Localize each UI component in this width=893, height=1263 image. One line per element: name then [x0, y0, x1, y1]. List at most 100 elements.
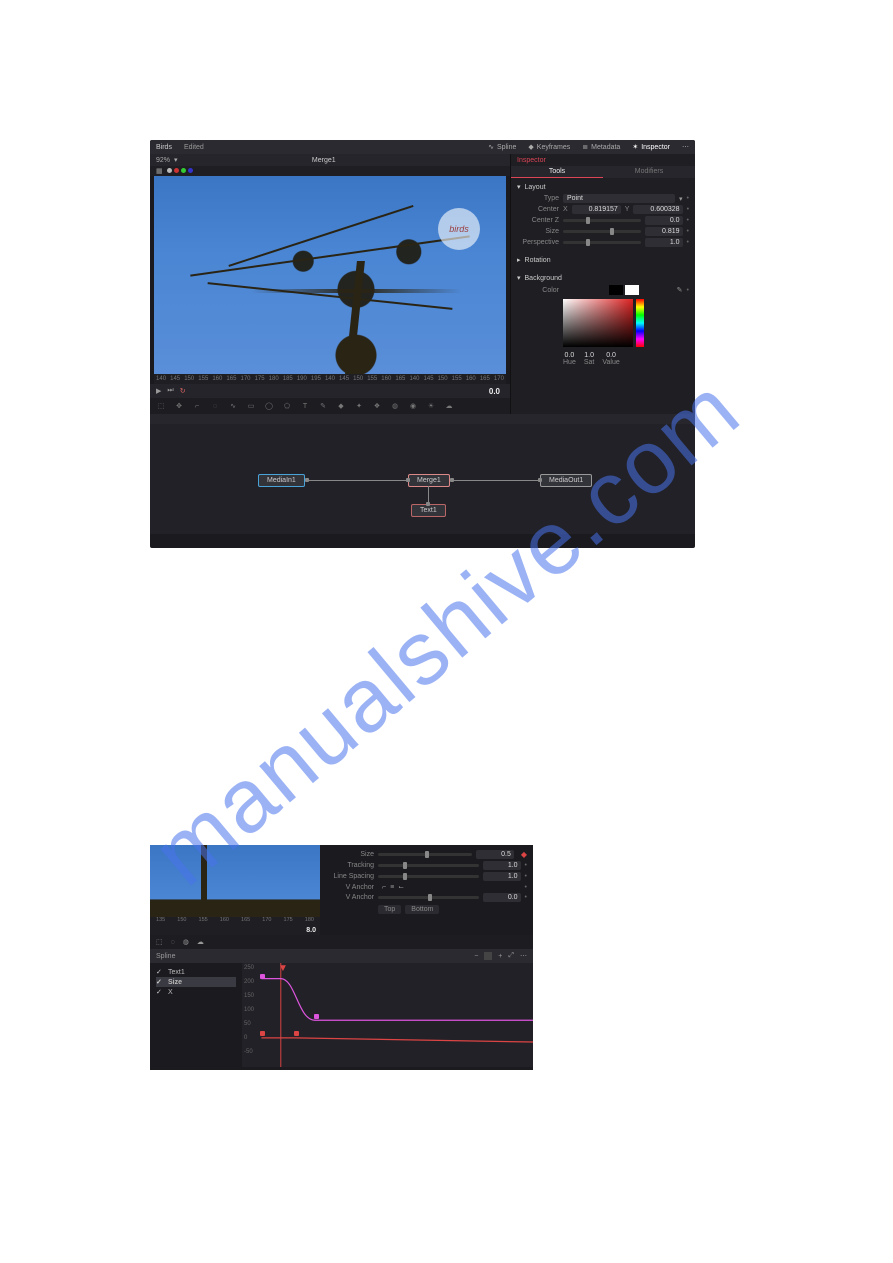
tree-item-size[interactable]: ✓Size [156, 977, 236, 987]
keyframe-dot-icon[interactable]: • [687, 195, 689, 202]
linespacing-slider[interactable] [378, 875, 479, 878]
more-icon[interactable]: ⋯ [520, 952, 527, 960]
tool-curve-icon[interactable]: ∿ [228, 402, 238, 410]
keyframe-icon[interactable] [260, 974, 265, 979]
linespacing-field[interactable]: 1.0 [483, 872, 521, 881]
viewer-mode-icon[interactable]: ▦ [156, 167, 163, 175]
tool-fx2-icon[interactable]: ✦ [354, 402, 364, 410]
title-overlay[interactable]: birds [438, 208, 480, 250]
zoom-out-icon[interactable]: − [474, 953, 478, 960]
loop-icon[interactable]: ↻ [180, 387, 186, 395]
type-select[interactable]: Point [563, 194, 675, 203]
size-slider[interactable] [563, 230, 641, 233]
tool-mask-icon[interactable]: ◌ [210, 403, 220, 410]
sat-value[interactable]: 1.0 [584, 352, 595, 359]
spline-graph[interactable]: 250 200 150 100 50 0 -50 ▼ [242, 963, 533, 1067]
tool-poly-icon[interactable]: ⬠ [282, 402, 292, 410]
zoom-slider[interactable] [484, 952, 492, 960]
zoom-in-icon[interactable]: + [498, 953, 502, 960]
keyframe-dot-icon[interactable]: • [687, 228, 689, 235]
tool-fx5-icon[interactable]: ◉ [408, 402, 418, 410]
inspector-tab-modifiers[interactable]: Modifiers [603, 166, 695, 178]
channel-dots[interactable] [167, 168, 195, 175]
size-field[interactable]: 0.819 [645, 227, 683, 236]
keyframe-active-icon[interactable]: ◆ [521, 850, 527, 859]
timecode[interactable]: 0.0 [485, 387, 504, 396]
checkbox-icon[interactable]: ✓ [156, 978, 164, 986]
tool-select-icon[interactable]: ⬚ [156, 402, 166, 410]
color-picker[interactable] [563, 299, 651, 349]
vanchor-slider[interactable] [378, 896, 479, 899]
center-y-field[interactable]: 0.600328 [633, 205, 682, 214]
play-icon[interactable]: ▶ [156, 387, 161, 395]
tool-icon[interactable]: ☁ [197, 938, 204, 946]
tool-text-icon[interactable]: T [300, 403, 310, 410]
tab-spline[interactable]: ∿Spline [488, 143, 516, 151]
step-forward-icon[interactable]: ⏭ [167, 387, 173, 395]
checkbox-icon[interactable]: ✓ [156, 968, 164, 976]
color-swatch-1[interactable] [609, 285, 623, 295]
section-layout[interactable]: ▾Layout [517, 181, 689, 193]
tool-ellipse-icon[interactable]: ◯ [264, 402, 274, 410]
keyframe-icon[interactable] [260, 1031, 265, 1036]
fit-icon[interactable]: ⤢ [508, 952, 514, 960]
vanchor-field[interactable]: 0.0 [483, 893, 521, 902]
section-background[interactable]: ▾Background [517, 272, 689, 284]
tool-icon[interactable]: ⬚ [156, 938, 163, 946]
tab-inspector[interactable]: ✶Inspector [632, 143, 670, 151]
keyframe-dot-icon[interactable]: • [525, 884, 527, 891]
mini-ruler[interactable]: 135150155160165170175180 [150, 917, 320, 925]
keyframe-dot-icon[interactable]: • [687, 287, 689, 294]
tool-icon[interactable]: ◌ [171, 939, 175, 946]
tool-icon[interactable]: ◍ [183, 938, 189, 946]
anchor-mid-icon[interactable]: ≡ [390, 884, 394, 891]
tool-fx3-icon[interactable]: ❖ [372, 402, 382, 410]
vanchor-opt-bottom[interactable]: Bottom [405, 905, 439, 914]
anchor-top-icon[interactable]: ⌐ [382, 884, 386, 891]
inspector-tab-tools[interactable]: Tools [511, 166, 603, 178]
size-slider[interactable] [378, 853, 472, 856]
chevron-down-icon[interactable]: ▾ [679, 195, 683, 203]
time-ruler[interactable]: 1401451501551601651701751801851901951401… [154, 374, 506, 384]
center-x-field[interactable]: 0.819157 [572, 205, 621, 214]
viewer-image[interactable]: birds [154, 176, 506, 374]
vanchor-opt-top[interactable]: Top [378, 905, 401, 914]
tool-fx4-icon[interactable]: ◍ [390, 402, 400, 410]
tree-item-text1[interactable]: ✓Text1 [156, 967, 236, 977]
perspective-field[interactable]: 1.0 [645, 238, 683, 247]
hue-value[interactable]: 0.0 [563, 352, 576, 359]
keyframe-dot-icon[interactable]: • [687, 217, 689, 224]
node-mediain[interactable]: MediaIn1 [258, 474, 305, 487]
keyframe-icon[interactable] [294, 1031, 299, 1036]
eyedropper-icon[interactable]: ✎ [677, 286, 683, 294]
tool-crop-icon[interactable]: ⌐ [192, 403, 202, 410]
color-swatch-2[interactable] [625, 285, 639, 295]
keyframe-dot-icon[interactable]: • [525, 862, 527, 869]
section-rotation[interactable]: ▸Rotation [517, 254, 689, 266]
more-menu-icon[interactable]: ⋯ [682, 143, 689, 151]
zoom-level[interactable]: 92% [150, 157, 170, 164]
centerz-field[interactable]: 0.0 [645, 216, 683, 225]
keyframe-dot-icon[interactable]: • [687, 239, 689, 246]
keyframe-icon[interactable] [314, 1014, 319, 1019]
tool-fx1-icon[interactable]: ◆ [336, 402, 346, 410]
mini-timecode[interactable]: 8.0 [306, 927, 316, 934]
mini-viewer[interactable]: 135150155160165170175180 8.0 [150, 845, 320, 935]
value-value[interactable]: 0.0 [602, 352, 619, 359]
centerz-slider[interactable] [563, 219, 641, 222]
node-mediaout[interactable]: MediaOut1 [540, 474, 592, 487]
size-field[interactable]: 0.5 [476, 850, 514, 859]
checkbox-icon[interactable]: ✓ [156, 988, 164, 996]
tree-item-x[interactable]: ✓X [156, 987, 236, 997]
tool-hand-icon[interactable]: ✥ [174, 402, 184, 410]
tool-fx6-icon[interactable]: ☀ [426, 402, 436, 410]
keyframe-dot-icon[interactable]: • [525, 873, 527, 880]
tab-keyframes[interactable]: ◆Keyframes [528, 143, 570, 151]
tracking-field[interactable]: 1.0 [483, 861, 521, 870]
tool-fx7-icon[interactable]: ☁ [444, 402, 454, 410]
tab-metadata[interactable]: ≣Metadata [582, 143, 620, 151]
anchor-bot-icon[interactable]: ⌙ [398, 883, 404, 891]
perspective-slider[interactable] [563, 241, 641, 244]
keyframe-dot-icon[interactable]: • [525, 894, 527, 901]
tracking-slider[interactable] [378, 864, 479, 867]
